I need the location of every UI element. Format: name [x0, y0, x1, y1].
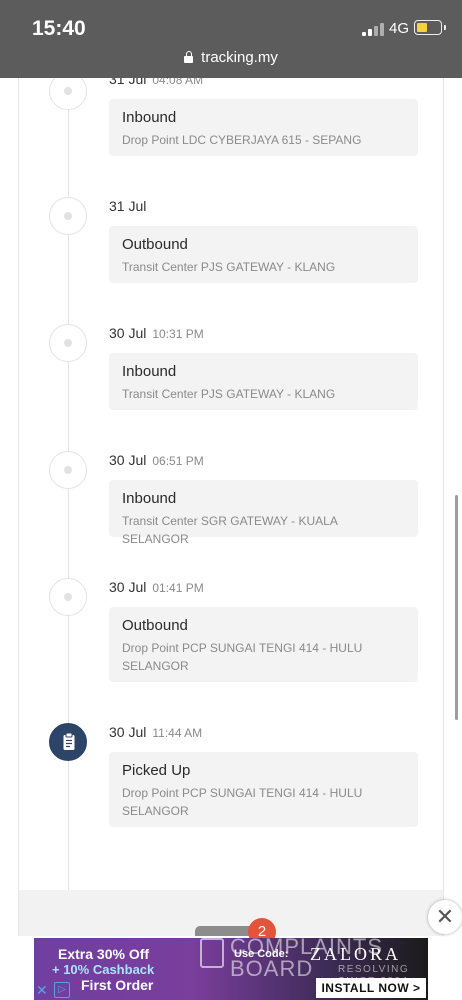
- clock: 15:40: [32, 17, 86, 40]
- event-status: Inbound: [122, 490, 177, 507]
- event-card: Picked Up Drop Point PCP SUNGAI TENGI 41…: [109, 752, 418, 827]
- event-card: Outbound Drop Point PCP SUNGAI TENGI 414…: [109, 607, 418, 682]
- event-time: 04:08 AM: [152, 78, 204, 87]
- event-card: Inbound Transit Center PJS GATEWAY - KLA…: [109, 353, 418, 410]
- event-location: Transit Center PJS GATEWAY - KLANG: [122, 260, 336, 274]
- event-date: 31 Jul: [109, 198, 152, 214]
- event-day: 31 Jul: [109, 78, 147, 87]
- event-status: Outbound: [122, 236, 188, 253]
- event-time: 10:31 PM: [152, 327, 204, 341]
- timeline-dot-active: [49, 723, 87, 761]
- event-day: 30 Jul: [109, 724, 147, 740]
- status-bar: 15:40 4G tracking.my: [0, 0, 462, 78]
- ad-cashback: + 10% Cashback: [52, 962, 155, 977]
- ad-code-label: Use Code:: [234, 948, 289, 960]
- timeline-dot: [49, 578, 87, 616]
- lock-icon: [184, 50, 194, 63]
- event-card: Inbound Transit Center SGR GATEWAY - KUA…: [109, 480, 418, 546]
- ad-banner[interactable]: Extra 30% Off + 10% Cashback First Order…: [34, 938, 428, 1000]
- event-status: Inbound: [122, 109, 177, 126]
- event-date: 30 Jul 11:44 AM: [109, 724, 202, 740]
- event-date: 31 Jul 04:08 AM: [109, 78, 203, 87]
- ad-headline: Extra 30% Off: [58, 946, 150, 962]
- url-text: tracking.my: [201, 49, 278, 66]
- timeline-dot: [49, 451, 87, 489]
- event-time: 01:41 PM: [152, 581, 204, 595]
- battery-icon: [414, 20, 446, 35]
- clipboard-icon: [63, 732, 75, 750]
- event-time: 06:51 PM: [152, 454, 204, 468]
- page-scrollbar[interactable]: [455, 495, 458, 720]
- event-location: Drop Point PCP SUNGAI TENGI 414 - HULU S…: [122, 786, 363, 818]
- event-date: 30 Jul 06:51 PM: [109, 452, 204, 468]
- event-status: Inbound: [122, 363, 177, 380]
- event-card: Inbound Drop Point LDC CYBERJAYA 615 - S…: [109, 99, 418, 156]
- event-status: Picked Up: [122, 762, 191, 779]
- event-date: 30 Jul 10:31 PM: [109, 325, 204, 341]
- event-day: 30 Jul: [109, 452, 147, 468]
- timeline-dot: [49, 78, 87, 110]
- event-day: 30 Jul: [109, 579, 147, 595]
- event-location: Drop Point LDC CYBERJAYA 615 - SEPANG: [122, 133, 362, 147]
- address-bar[interactable]: tracking.my: [0, 49, 462, 66]
- event-day: 31 Jul: [109, 198, 147, 214]
- floating-button[interactable]: [195, 926, 255, 936]
- event-time: 11:44 AM: [152, 726, 203, 740]
- signal-icon: [362, 22, 384, 36]
- event-location: Transit Center PJS GATEWAY - KLANG: [122, 387, 336, 401]
- event-date: 30 Jul 01:41 PM: [109, 579, 204, 595]
- event-location: Transit Center SGR GATEWAY - KUALA SELAN…: [122, 514, 338, 546]
- timeline-dot: [49, 197, 87, 235]
- ad-first-order: First Order: [81, 977, 154, 993]
- timeline-dot: [49, 324, 87, 362]
- event-location: Drop Point PCP SUNGAI TENGI 414 - HULU S…: [122, 641, 363, 673]
- network-type: 4G: [389, 20, 410, 37]
- close-ad-button[interactable]: ✕: [428, 900, 462, 934]
- ad-close-icon[interactable]: ✕: [36, 982, 48, 999]
- ad-brand-logo: ZALORA: [310, 944, 401, 964]
- event-card: Outbound Transit Center PJS GATEWAY - KL…: [109, 226, 418, 283]
- tracking-timeline: 31 Jul 04:08 AM Inbound Drop Point LDC CY…: [18, 78, 444, 891]
- event-day: 30 Jul: [109, 325, 147, 341]
- event-status: Outbound: [122, 617, 188, 634]
- ad-info-icon[interactable]: ▷: [54, 982, 70, 998]
- install-now-button[interactable]: INSTALL NOW >: [316, 978, 426, 998]
